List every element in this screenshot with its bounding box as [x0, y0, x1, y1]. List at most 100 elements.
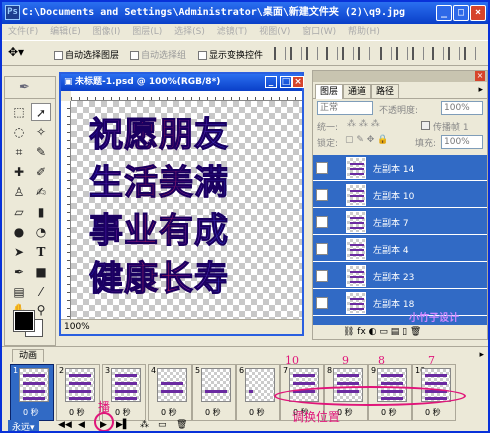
propagate-checkbox[interactable]	[421, 121, 430, 130]
animation-frame[interactable]: 10 秒	[10, 364, 54, 421]
panel-close-button[interactable]: ×	[475, 71, 485, 81]
close-button[interactable]: ×	[470, 5, 486, 21]
auto-select-layer-option[interactable]: 自动选择图层	[54, 48, 119, 61]
distribute-top-icon[interactable]	[380, 47, 392, 60]
magic-wand-tool-icon[interactable]: ✧	[31, 123, 51, 141]
panel-menu-icon[interactable]: ▸	[478, 85, 483, 95]
document-maximize-button[interactable]: □	[280, 76, 292, 88]
distribute-left-icon[interactable]	[432, 47, 444, 60]
auto-select-group-option[interactable]: 自动选择组	[130, 48, 186, 61]
opacity-field[interactable]: 100%	[441, 101, 483, 115]
distribute-vcenter-icon[interactable]	[396, 47, 408, 60]
animation-menu-icon[interactable]: ▸	[479, 350, 484, 360]
clone-stamp-tool-icon[interactable]: ♙	[9, 183, 29, 201]
align-hcenter-icon[interactable]	[342, 47, 354, 60]
visibility-toggle[interactable]	[316, 243, 328, 255]
distribute-hcenter-icon[interactable]	[448, 47, 460, 60]
pen-tool-icon[interactable]: ✒	[9, 263, 29, 281]
align-right-icon[interactable]	[358, 47, 370, 60]
layer-row[interactable]: 左副本 14	[313, 155, 487, 181]
prev-frame-button[interactable]: ◀	[78, 420, 85, 430]
first-frame-button[interactable]: ◀◀	[58, 420, 72, 430]
menu-window[interactable]: 窗口(W)	[302, 27, 336, 37]
menu-image[interactable]: 图像(I)	[93, 27, 121, 37]
eraser-tool-icon[interactable]: ▱	[9, 203, 29, 221]
layer-actions-icons[interactable]: ⛓ fx ◐ ▭ ▤ ▯ 🗑	[343, 327, 421, 337]
blur-tool-icon[interactable]: ●	[9, 223, 29, 241]
animation-frame[interactable]: 60 秒	[236, 364, 280, 421]
frame-delay[interactable]: 0 秒	[161, 407, 177, 418]
tween-button[interactable]: ⁂	[140, 420, 149, 430]
layer-row[interactable]: 左副本 4	[313, 236, 487, 262]
brush-tool-icon[interactable]: ✐	[31, 163, 51, 181]
unify-icons[interactable]: ⁂ ⁂ ⁂	[347, 119, 380, 129]
minimize-button[interactable]: _	[436, 5, 452, 21]
layer-row[interactable]: 左副本 18	[313, 290, 487, 316]
dodge-tool-icon[interactable]: ◔	[31, 223, 51, 241]
layer-row[interactable]: 左副本 7	[313, 209, 487, 235]
menu-layer[interactable]: 图层(L)	[132, 27, 162, 37]
tab-channels[interactable]: 通道	[343, 84, 372, 99]
visibility-toggle[interactable]	[316, 270, 328, 282]
new-frame-button[interactable]: ▭	[158, 420, 167, 430]
frame-delay[interactable]: 0 秒	[205, 407, 221, 418]
document-minimize-button[interactable]: _	[265, 76, 277, 88]
lasso-tool-icon[interactable]: ◌	[9, 123, 29, 141]
document-close-button[interactable]: ×	[292, 76, 304, 88]
next-frame-button[interactable]: ▶▌	[116, 420, 130, 430]
frame-delay[interactable]: 0 秒	[69, 407, 85, 418]
distribute-right-icon[interactable]	[464, 47, 476, 60]
marquee-tool-icon[interactable]: ⬚	[9, 103, 29, 121]
animation-frame[interactable]: 50 秒	[192, 364, 236, 421]
history-brush-tool-icon[interactable]: ✍	[31, 183, 51, 201]
gradient-tool-icon[interactable]: ▮	[31, 203, 51, 221]
auto-select-layer-checkbox[interactable]	[54, 51, 63, 60]
loop-dropdown[interactable]: 永远▾	[8, 420, 39, 431]
menu-select[interactable]: 选择(S)	[174, 27, 205, 37]
type-tool-icon[interactable]: T	[31, 243, 51, 261]
frame-delay[interactable]: 0 秒	[425, 407, 441, 418]
blend-mode-dropdown[interactable]: 正常	[317, 101, 373, 115]
frame-delay[interactable]: 0 秒	[115, 407, 131, 418]
frame-delay[interactable]: 0 秒	[249, 407, 265, 418]
animation-frame[interactable]: 40 秒	[148, 364, 192, 421]
zoom-level[interactable]: 100%	[64, 322, 90, 332]
foreground-color-swatch[interactable]	[13, 310, 35, 332]
menu-file[interactable]: 文件(F)	[8, 27, 38, 37]
visibility-toggle[interactable]	[316, 162, 328, 174]
visibility-toggle[interactable]	[316, 189, 328, 201]
align-bottom-icon[interactable]	[306, 47, 318, 60]
menu-filter[interactable]: 滤镜(T)	[217, 27, 248, 37]
maximize-button[interactable]: □	[453, 5, 469, 21]
distribute-bottom-icon[interactable]	[412, 47, 424, 60]
tab-paths[interactable]: 路径	[371, 84, 400, 99]
move-tool-icon[interactable]: ➚	[31, 103, 51, 121]
align-left-icon[interactable]	[326, 47, 338, 60]
notes-tool-icon[interactable]: ▤	[9, 283, 29, 301]
delete-frame-icon[interactable]: 🗑	[176, 420, 187, 430]
menu-help[interactable]: 帮助(H)	[348, 27, 380, 37]
visibility-toggle[interactable]	[316, 216, 328, 228]
show-transform-checkbox[interactable]	[198, 51, 207, 60]
move-tool-icon[interactable]: ✥▾	[8, 45, 24, 59]
slice-tool-icon[interactable]: ✎	[31, 143, 51, 161]
align-vcenter-icon[interactable]	[290, 47, 302, 60]
layer-row[interactable]: 左副本 23	[313, 263, 487, 289]
shape-tool-icon[interactable]: ■	[31, 263, 51, 281]
tab-layers[interactable]: 图层	[315, 84, 344, 99]
lock-icons[interactable]: ▢ ✎ ✥ 🔒	[345, 135, 388, 145]
menu-view[interactable]: 视图(V)	[259, 27, 290, 37]
frame-delay[interactable]: 0 秒	[23, 407, 39, 418]
layer-row[interactable]: 左副本 10	[313, 182, 487, 208]
menu-edit[interactable]: 编辑(E)	[50, 27, 81, 37]
visibility-toggle[interactable]	[316, 297, 328, 309]
animation-frame[interactable]: 20 秒	[56, 364, 100, 421]
fill-field[interactable]: 100%	[441, 135, 483, 149]
frame-delay[interactable]: 0 秒	[381, 407, 397, 418]
show-transform-option[interactable]: 显示变换控件	[198, 48, 263, 61]
crop-tool-icon[interactable]: ⌗	[9, 143, 29, 161]
eyedropper-tool-icon[interactable]: ⁄	[31, 283, 51, 301]
healing-brush-tool-icon[interactable]: ✚	[9, 163, 29, 181]
zoom-tool-icon[interactable]: ⚲	[31, 301, 51, 319]
auto-select-group-checkbox[interactable]	[130, 51, 139, 60]
